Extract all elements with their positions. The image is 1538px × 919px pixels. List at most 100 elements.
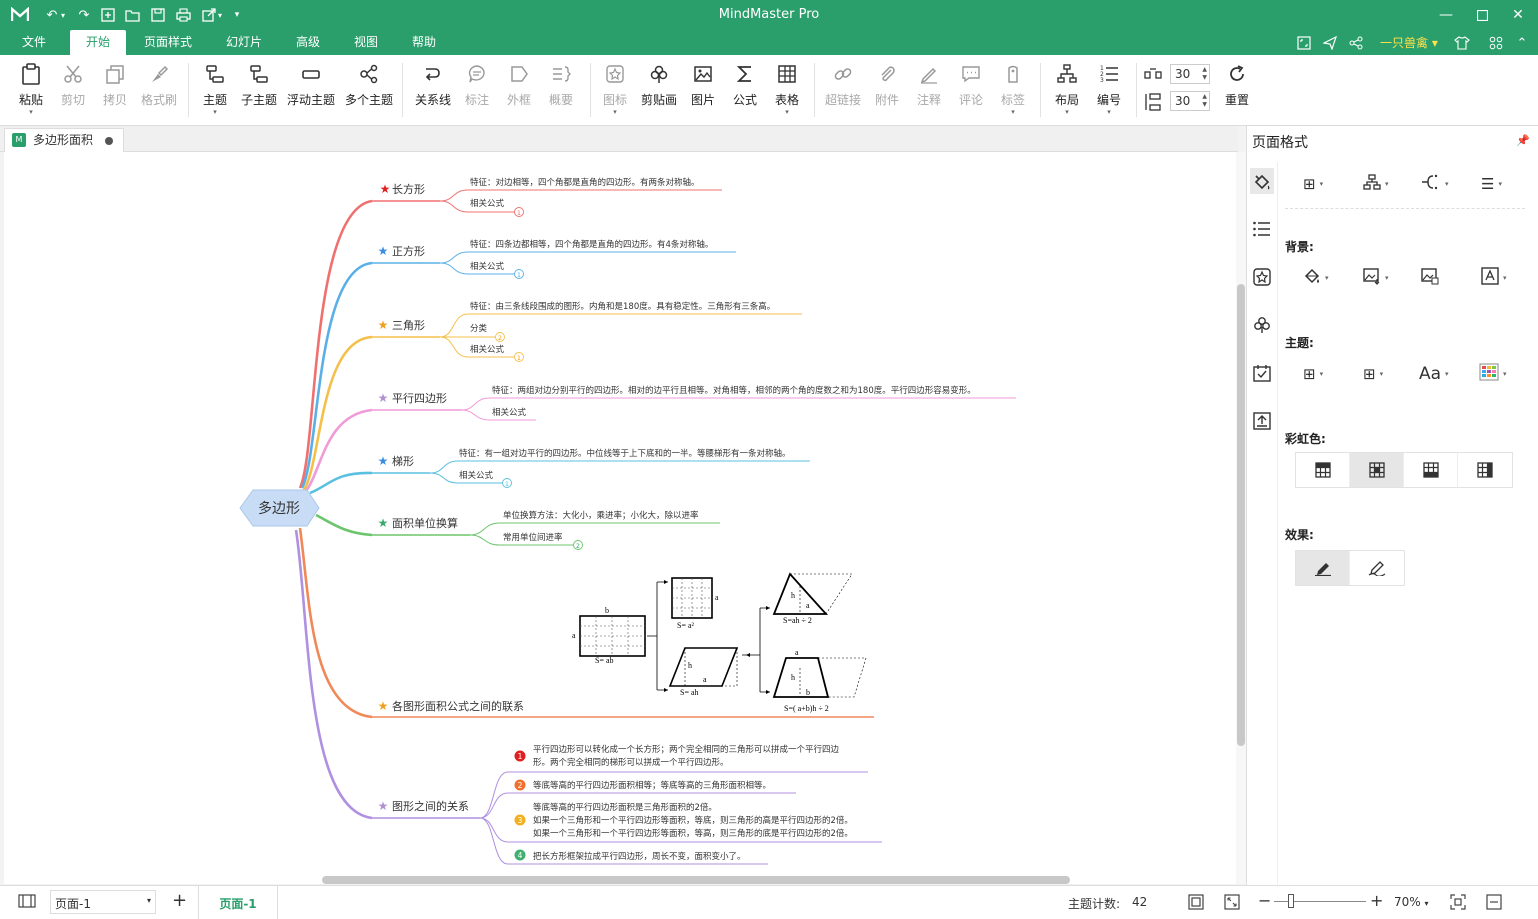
collapse-ribbon-icon[interactable]: ⌃: [1512, 33, 1532, 53]
icon-library-tab-icon[interactable]: [1250, 264, 1274, 290]
leaf-topic[interactable]: 常用单位间进率: [503, 532, 563, 543]
horizontal-scroll-thumb[interactable]: [322, 876, 1070, 884]
format-painter-button[interactable]: 格式刷: [138, 61, 180, 119]
user-account[interactable]: 一只兽禽 ▾: [1380, 34, 1438, 51]
clipart-tab-icon[interactable]: [1250, 312, 1274, 338]
apps-icon[interactable]: [1486, 33, 1506, 53]
note-button[interactable]: 注释: [914, 61, 944, 119]
page-panel-toggle-icon[interactable]: [18, 894, 36, 911]
tab-help[interactable]: 帮助: [400, 30, 448, 55]
leaf-topic[interactable]: 特征：由三条线段围成的图形。内角和是180度。具有稳定性。三角形有三条高。: [470, 301, 775, 312]
effect-solid-button[interactable]: [1296, 551, 1350, 585]
multi-topic-button[interactable]: 多个主题: [344, 61, 394, 119]
leaf-topic[interactable]: 特征：两组对边分别平行的四边形。相对的边平行且相等。对角相等，相邻的两个角的度数…: [492, 385, 976, 396]
leaf-topic[interactable]: 相关公式: [470, 344, 505, 355]
table-button[interactable]: 表格 ▾: [772, 61, 802, 119]
leaf-topic[interactable]: 单位换算方法：大化小，乘进率；小化大，除以进率: [503, 510, 699, 521]
copy-button[interactable]: 拷贝: [98, 61, 132, 119]
leaf-topic[interactable]: 特征：有一组对边平行的四边形。中位线等于上下底和的一半。等腰梯形有一条对称轴。: [459, 448, 791, 459]
theme-color-button[interactable]: ▾: [1479, 362, 1507, 386]
tag-button[interactable]: 标签 ▾: [998, 61, 1028, 119]
theme-style-button[interactable]: ⊞ ▾: [1363, 362, 1383, 386]
document-tab[interactable]: M 多边形面积: [4, 128, 124, 152]
zoom-out-icon[interactable]: −: [1258, 891, 1271, 910]
numbering-style-button[interactable]: ☰ ▾: [1481, 172, 1502, 196]
rainbow-option-1[interactable]: [1296, 453, 1350, 487]
image-button[interactable]: 图片: [688, 61, 718, 119]
horizontal-spacing-input[interactable]: 30 ▲ ▼: [1170, 64, 1210, 84]
branch-square[interactable]: ★ 正方形 特征：四条边都相等，四个角都是直角的四边形。有4条对称轴。 相关公式…: [372, 239, 736, 279]
numbering-button[interactable]: 123 编号 ▾: [1094, 61, 1124, 119]
mindmap-svg[interactable]: 多边形 ★ 长方形 特征：对边相等，四个角都是直角的四边形。有两条对称轴。 相关…: [4, 152, 1236, 884]
fit-window-icon[interactable]: [1450, 894, 1466, 913]
vertical-spacing-input[interactable]: 30 ▲ ▼: [1170, 91, 1210, 111]
close-icon[interactable]: ✕: [1506, 3, 1530, 27]
branch-trapezoid[interactable]: ★ 梯形 特征：有一组对边平行的四边形。中位线等于上下底和的一半。等腰梯形有一条…: [372, 448, 810, 488]
icon-button[interactable]: 图标 ▾: [600, 61, 630, 119]
cut-button[interactable]: 剪切: [56, 61, 90, 119]
export-tab-icon[interactable]: [1250, 408, 1274, 434]
tab-page-style[interactable]: 页面样式: [136, 30, 200, 55]
boundary-button[interactable]: 外框: [504, 61, 534, 119]
fullscreen-icon[interactable]: [1224, 894, 1240, 913]
leaf-topic[interactable]: 特征：四条边都相等，四个角都是直角的四边形。有4条对称轴。: [470, 239, 713, 250]
add-page-icon[interactable]: +: [172, 890, 187, 911]
maximize-icon[interactable]: [1470, 3, 1494, 27]
subtopic-button[interactable]: 子主题: [240, 61, 278, 119]
branch-rectangle[interactable]: ★ 长方形 特征：对边相等，四个角都是直角的四边形。有两条对称轴。 相关公式 1: [372, 177, 722, 217]
share-icon[interactable]: [1346, 33, 1366, 53]
background-image-button[interactable]: ▾: [1363, 266, 1389, 290]
zoom-in-icon[interactable]: +: [1370, 891, 1383, 910]
comment-button[interactable]: 评论: [956, 61, 986, 119]
area-formula-diagram[interactable]: b a S= ab a S= a² h a S= ah h a S=ah ÷ 2…: [568, 570, 870, 714]
theme-font-button[interactable]: Aa ▾: [1419, 362, 1449, 386]
layout-button[interactable]: 布局 ▾: [1052, 61, 1082, 119]
clipart-button[interactable]: 剪贴画: [638, 61, 680, 119]
rainbow-option-4[interactable]: [1458, 453, 1512, 487]
rainbow-option-3[interactable]: [1404, 453, 1458, 487]
formula-button[interactable]: 公式: [730, 61, 760, 119]
paste-button[interactable]: 粘贴 ▾: [14, 61, 48, 119]
branch-shape-relations[interactable]: ★ 图形之间的关系 1 平行四边形可以转化成一个长方形；两个完全相同的三角形可以…: [372, 744, 882, 865]
callout-button[interactable]: 标注: [462, 61, 492, 119]
leaf-topic[interactable]: 如果一个三角形和一个平行四边形等面积，等高，则三角形的底是平行四边形的2倍。: [533, 828, 853, 839]
skin-icon[interactable]: [1452, 33, 1472, 53]
unsaved-indicator-icon[interactable]: [105, 137, 113, 145]
horizontal-scrollbar[interactable]: [4, 876, 1236, 884]
branch-formula-relations[interactable]: ★ 各图形面积公式之间的联系 b a S= ab a S= a² h a S= …: [372, 570, 874, 718]
tab-slides[interactable]: 幻灯片: [214, 30, 274, 55]
rainbow-option-2[interactable]: [1350, 453, 1404, 487]
fit-page-icon[interactable]: [1188, 894, 1204, 913]
leaf-topic[interactable]: 相关公式: [459, 470, 494, 481]
tab-advanced[interactable]: 高级: [284, 30, 332, 55]
leaf-topic[interactable]: 平行四边形可以转化成一个长方形；两个完全相同的三角形可以拼成一个平行四边: [533, 744, 840, 755]
tab-view[interactable]: 视图: [342, 30, 390, 55]
leaf-topic[interactable]: 如果一个三角形和一个平行四边形等面积，等底，则三角形的高是平行四边形的2倍。: [533, 815, 853, 826]
watermark-button[interactable]: ▾: [1481, 266, 1507, 290]
outline-tab-icon[interactable]: [1250, 216, 1274, 242]
page-select[interactable]: 页面-1 ▾: [50, 890, 156, 914]
task-tab-icon[interactable]: [1250, 360, 1274, 386]
floating-topic-button[interactable]: 浮动主题: [286, 61, 336, 119]
connector-style-button[interactable]: ▾: [1421, 172, 1449, 196]
branch-unit-conversion[interactable]: ★ 面积单位换算 单位换算方法：大化小，乘进率；小化大，除以进率 常用单位间进率…: [372, 510, 720, 550]
structure-button[interactable]: ⊞ ▾: [1303, 172, 1323, 196]
hierarchy-button[interactable]: ▾: [1363, 172, 1389, 196]
theme-button[interactable]: ⊞ ▾: [1303, 362, 1323, 386]
page-tab[interactable]: 页面-1: [198, 886, 278, 919]
hyperlink-button[interactable]: 超链接: [822, 61, 864, 119]
remove-background-button[interactable]: [1421, 266, 1439, 290]
summary-button[interactable]: 概要: [546, 61, 576, 119]
leaf-topic[interactable]: 等底等高的平行四边形面积是三角形面积的2倍。: [533, 802, 717, 813]
minimize-icon[interactable]: —: [1434, 3, 1458, 27]
relationship-button[interactable]: 关系线: [412, 61, 454, 119]
leaf-topic[interactable]: 分类: [470, 323, 488, 334]
attachment-button[interactable]: 附件: [872, 61, 902, 119]
vertical-scroll-thumb[interactable]: [1237, 284, 1245, 746]
leaf-topic[interactable]: 相关公式: [492, 407, 527, 418]
leaf-topic[interactable]: 相关公式: [470, 261, 505, 272]
send-icon[interactable]: [1320, 33, 1340, 53]
zoom-slider-handle[interactable]: [1288, 894, 1294, 908]
zoom-level[interactable]: 70% ▾: [1394, 895, 1429, 909]
leaf-topic[interactable]: 形。两个完全相同的梯形可以拼成一个平行四边形。: [533, 757, 729, 768]
